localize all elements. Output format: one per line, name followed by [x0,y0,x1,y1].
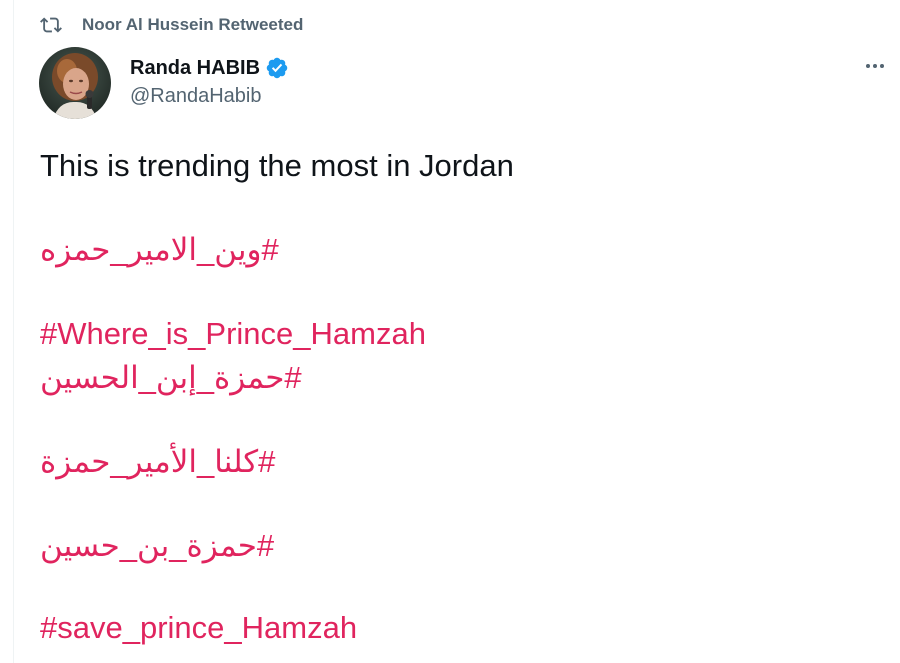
hashtag-link[interactable]: #وين_الامير_حمزه [40,232,279,268]
tweet[interactable]: Noor Al Hussein Retweeted Randa HABIB @R… [0,0,900,663]
hashtag-link[interactable]: #save_prince_Hamzah [40,610,357,646]
retweet-label: Noor Al Hussein Retweeted [82,15,304,34]
hashtag-link[interactable]: #حمزة_بن_حسين [40,528,274,564]
author-name[interactable]: Randa HABIB [130,57,260,80]
hashtag-link[interactable]: #Where_is_Prince_Hamzah [40,316,426,352]
avatar[interactable] [39,47,111,119]
more-options-button[interactable] [858,52,892,80]
hashtag-link[interactable]: #حمزة_إبن_الحسين [40,360,302,396]
more-options-icon [863,57,887,75]
retweet-icon [40,14,62,36]
verified-badge-icon [265,56,289,80]
author-handle[interactable]: @RandaHabib [130,85,289,108]
hashtag-link[interactable]: #كلنا_الأمير_حمزة [40,444,275,480]
author-block: Randa HABIB @RandaHabib [130,55,289,108]
timeline-divider [13,0,14,663]
retweet-context[interactable]: Noor Al Hussein Retweeted [40,14,303,36]
tweet-text: This is trending the most in Jordan [40,148,514,183]
